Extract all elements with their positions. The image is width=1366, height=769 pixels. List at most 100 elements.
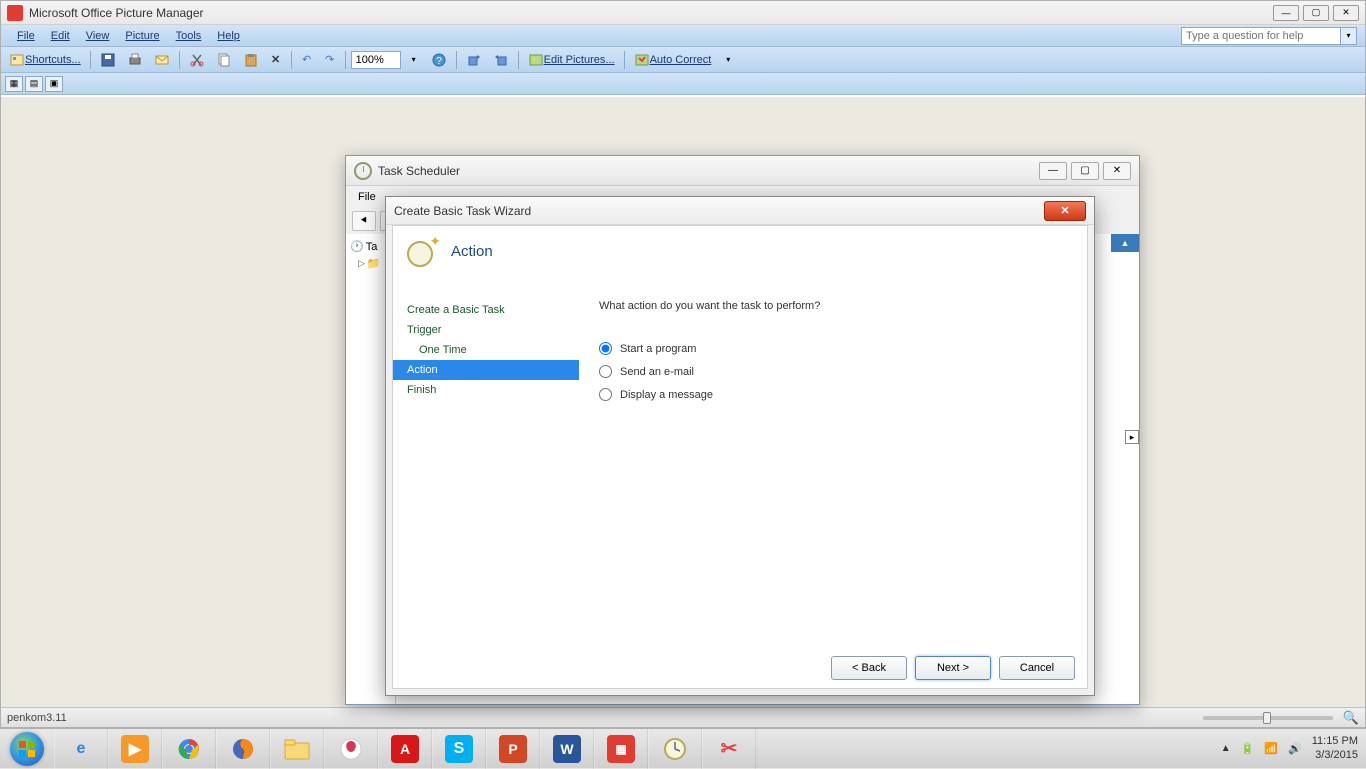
wizard-header: ✦ Action (393, 226, 1087, 276)
start-button[interactable] (0, 729, 54, 769)
taskbar-picture-manager[interactable]: ▦ (594, 729, 648, 769)
menu-file[interactable]: File (9, 28, 43, 44)
ts-close-button[interactable]: ✕ (1103, 162, 1131, 180)
ts-titlebar: Task Scheduler — ▢ ✕ (346, 156, 1139, 186)
taskbar-chrome[interactable] (162, 729, 216, 769)
cut-button[interactable] (185, 50, 209, 70)
ts-maximize-button[interactable]: ▢ (1071, 162, 1099, 180)
ts-minimize-button[interactable]: — (1039, 162, 1067, 180)
save-button[interactable] (96, 50, 120, 70)
undo-button[interactable]: ↶ (297, 50, 317, 70)
radio-display-message[interactable] (599, 388, 612, 401)
main-titlebar: Microsoft Office Picture Manager — ▢ ✕ (1, 1, 1365, 25)
filmstrip-view-button[interactable]: ▤ (25, 76, 43, 92)
step-action[interactable]: Action (393, 360, 579, 380)
rotate-right-icon (493, 52, 509, 68)
step-one-time[interactable]: One Time (393, 340, 579, 360)
taskbar-firefox[interactable] (216, 729, 270, 769)
option-display-message[interactable]: Display a message (599, 388, 1067, 401)
radio-send-email[interactable] (599, 365, 612, 378)
menu-picture[interactable]: Picture (117, 28, 167, 44)
help-dropdown-button[interactable]: ▾ (1341, 27, 1357, 45)
zoom-magnifier-icon[interactable]: 🔍 (1343, 710, 1359, 726)
clock-icon (354, 162, 372, 180)
radio-start-program[interactable] (599, 342, 612, 355)
swirl-icon (337, 735, 365, 763)
minimize-button[interactable]: — (1273, 5, 1299, 21)
single-view-button[interactable]: ▣ (45, 76, 63, 92)
tray-show-hidden-icon[interactable]: ▲ (1221, 743, 1231, 754)
maximize-button[interactable]: ▢ (1303, 5, 1329, 21)
copy-button[interactable] (212, 50, 236, 70)
wmp-icon: ▶ (121, 735, 149, 763)
cancel-button[interactable]: Cancel (999, 656, 1075, 680)
zoom-dropdown[interactable]: ▾ (404, 50, 424, 70)
close-button[interactable]: ✕ (1333, 5, 1359, 21)
firefox-icon (229, 735, 257, 763)
menu-help[interactable]: Help (209, 28, 248, 44)
edit-pictures-icon (528, 52, 544, 68)
menu-edit[interactable]: Edit (43, 28, 78, 44)
taskbar-media-player[interactable]: ▶ (108, 729, 162, 769)
wizard-task-icon: ✦ (407, 235, 439, 267)
main-statusbar: penkom3.11 🔍 (1, 707, 1365, 727)
tray-time: 11:15 PM (1312, 735, 1358, 748)
redo-button[interactable]: ↷ (320, 50, 340, 70)
taskbar-task-scheduler[interactable] (648, 729, 702, 769)
rotate-left-button[interactable] (462, 50, 486, 70)
step-trigger[interactable]: Trigger (393, 320, 579, 340)
step-create-task[interactable]: Create a Basic Task (393, 300, 579, 320)
delete-button[interactable]: ✕ (266, 50, 286, 70)
tray-volume-icon[interactable]: 🔊 (1288, 742, 1302, 755)
tray-clock[interactable]: 11:15 PM 3/3/2015 (1312, 735, 1358, 761)
help-button[interactable]: ? (427, 50, 451, 70)
taskbar-ie[interactable]: e (54, 729, 108, 769)
rotate-right-button[interactable] (489, 50, 513, 70)
taskbar-adobe-reader[interactable]: A (378, 729, 432, 769)
ts-back-button[interactable]: ⯇ (352, 211, 376, 231)
taskbar-app1[interactable] (324, 729, 378, 769)
tray-date: 3/3/2015 (1312, 749, 1358, 762)
option-send-email[interactable]: Send an e-mail (599, 365, 1067, 378)
auto-correct-button[interactable]: Auto Correct (630, 50, 716, 70)
help-search-input[interactable] (1181, 27, 1341, 45)
zoom-slider[interactable] (1203, 716, 1333, 720)
step-finish[interactable]: Finish (393, 380, 579, 400)
chrome-icon (175, 735, 203, 763)
back-button[interactable]: < Back (831, 656, 907, 680)
option-start-program[interactable]: Start a program (599, 342, 1067, 355)
taskbar-word[interactable]: W (540, 729, 594, 769)
svg-text:?: ? (436, 56, 442, 67)
folder-icon: 📁 (367, 257, 381, 270)
auto-correct-dropdown[interactable]: ▾ (718, 50, 738, 70)
word-icon: W (553, 735, 581, 763)
tray-battery-icon[interactable]: 🔋 (1241, 742, 1255, 755)
taskbar-skype[interactable]: S (432, 729, 486, 769)
ts-menu-file[interactable]: File (352, 191, 382, 203)
menu-tools[interactable]: Tools (168, 28, 210, 44)
scissors-icon: ✂ (715, 735, 743, 763)
pdf-icon: A (391, 735, 419, 763)
taskbar-powerpoint[interactable]: P (486, 729, 540, 769)
ts-collapse-button[interactable]: ▲ (1111, 234, 1139, 252)
view-toolbar: ▦ ▤ ▣ (1, 73, 1365, 95)
app-icon (7, 5, 23, 21)
paste-button[interactable] (239, 50, 263, 70)
taskbar-explorer[interactable] (270, 729, 324, 769)
print-button[interactable] (123, 50, 147, 70)
menu-view[interactable]: View (78, 28, 118, 44)
shortcuts-button[interactable]: Shortcuts... (5, 50, 85, 70)
redo-icon: ↷ (325, 53, 334, 66)
wizard-close-button[interactable]: ✕ (1044, 201, 1086, 221)
wizard-steps-list: Create a Basic Task Trigger One Time Act… (393, 286, 579, 644)
wizard-heading: Action (451, 243, 493, 260)
folder-icon (283, 735, 311, 763)
thumbnail-view-button[interactable]: ▦ (5, 76, 23, 92)
taskbar-snipping-tool[interactable]: ✂ (702, 729, 756, 769)
next-button[interactable]: Next > (915, 656, 991, 680)
zoom-combo[interactable]: 100% (351, 51, 401, 69)
mail-button[interactable] (150, 50, 174, 70)
edit-pictures-button[interactable]: Edit Pictures... (524, 50, 619, 70)
ts-expand-button[interactable]: ▸ (1125, 430, 1139, 444)
tray-network-icon[interactable]: 📶 (1264, 742, 1278, 755)
